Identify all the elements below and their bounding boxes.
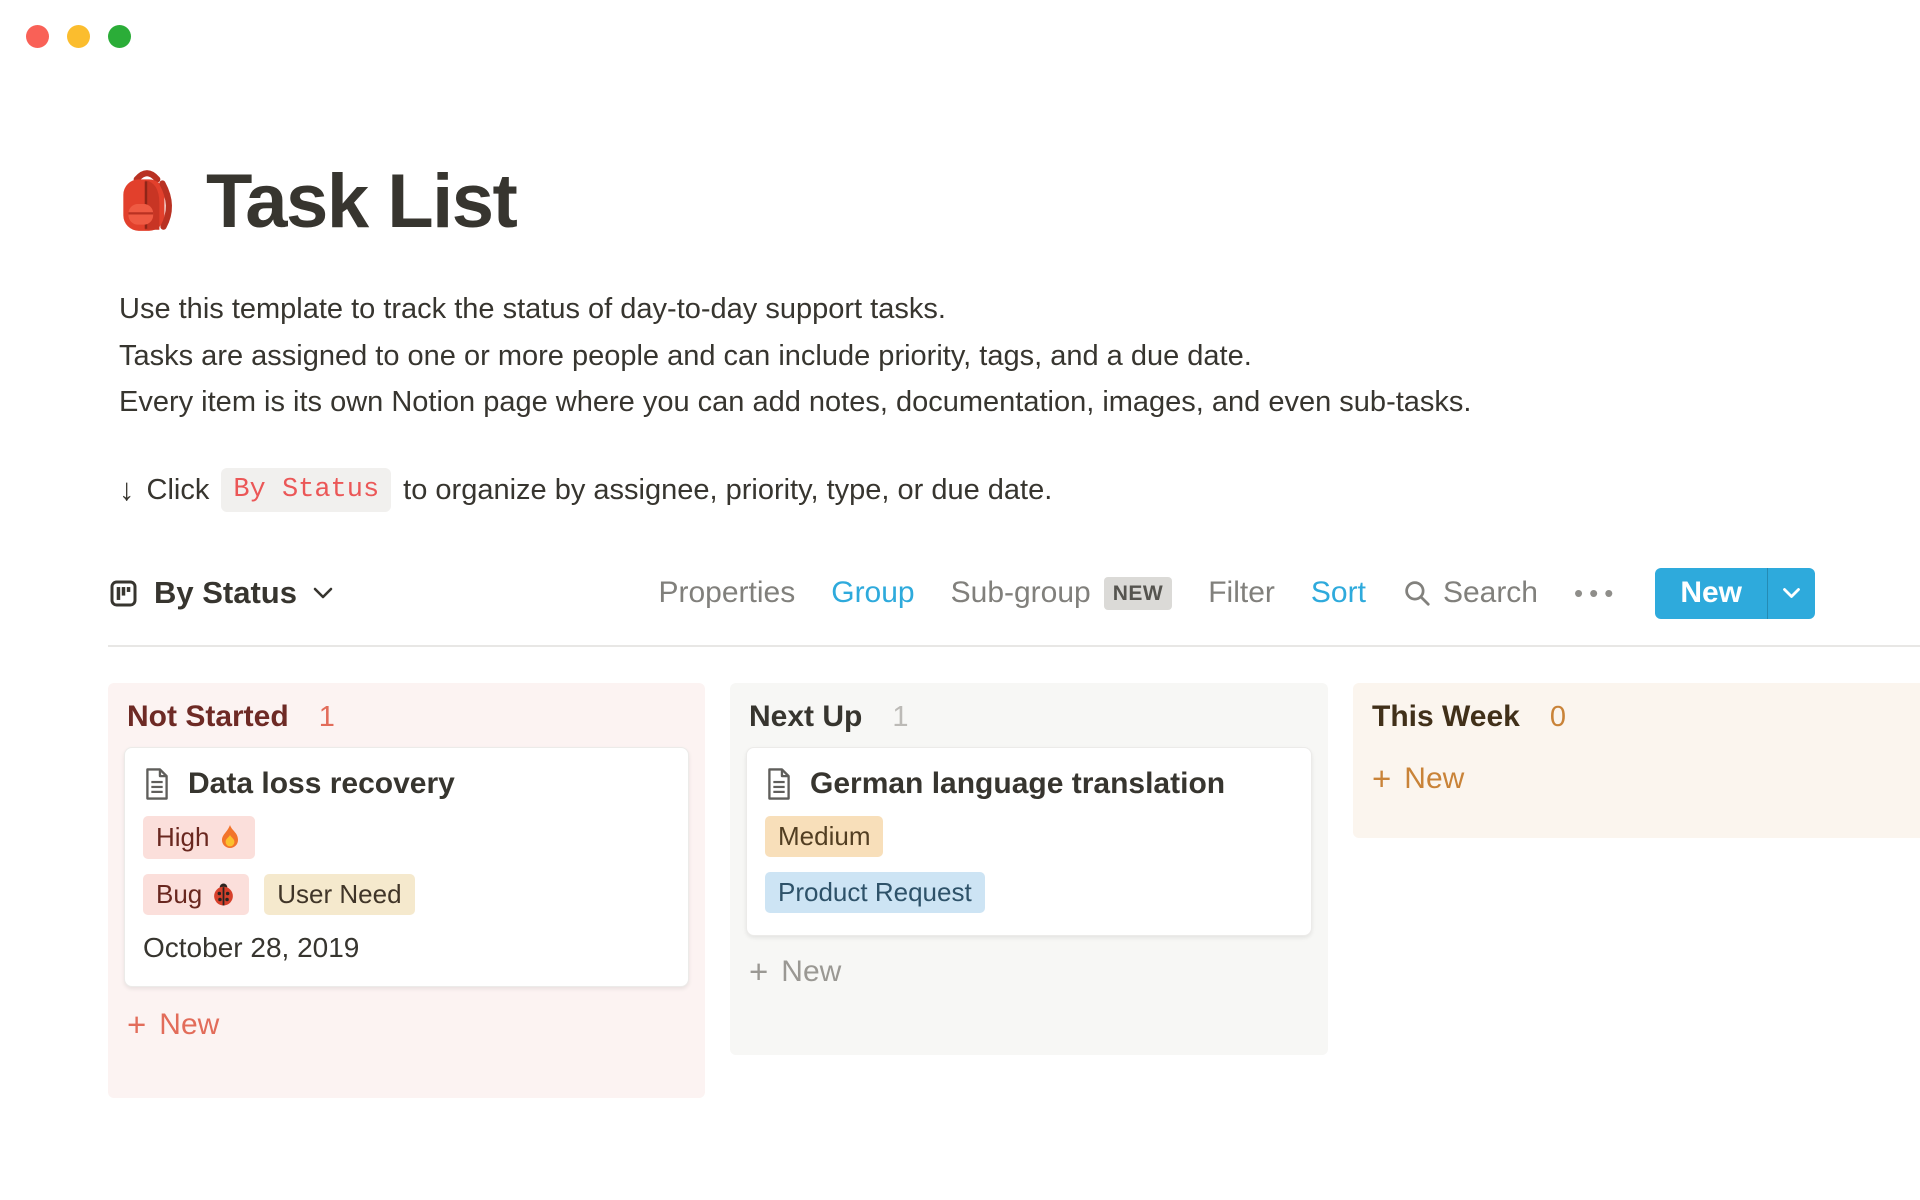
- more-options-button[interactable]: •••: [1574, 578, 1619, 609]
- ladybug-emoji-icon: [211, 881, 236, 907]
- task-card[interactable]: Data loss recovery High Bug: [124, 747, 689, 987]
- plus-icon: +: [127, 1008, 146, 1041]
- tag-label: User Need: [277, 881, 401, 907]
- column-title: Next Up: [749, 700, 862, 734]
- task-card[interactable]: German language translation Medium Produ…: [746, 747, 1312, 936]
- zoom-window-button[interactable]: [108, 25, 131, 48]
- subgroup-label: Sub-group: [951, 576, 1091, 610]
- plus-icon: +: [749, 955, 768, 988]
- type-tag-user-need: User Need: [264, 874, 414, 915]
- column-header[interactable]: Not Started 1: [108, 683, 705, 747]
- search-button[interactable]: Search: [1402, 576, 1538, 610]
- view-toolbar: By Status Properties Group Sub-group NEW…: [108, 567, 1815, 619]
- properties-button[interactable]: Properties: [659, 576, 796, 610]
- plus-icon: +: [1372, 762, 1391, 795]
- toolbar-actions: Properties Group Sub-group NEW Filter So…: [659, 568, 1816, 619]
- filter-button[interactable]: Filter: [1208, 576, 1275, 610]
- subgroup-button[interactable]: Sub-group NEW: [951, 576, 1173, 610]
- add-card-label: New: [781, 955, 841, 989]
- board-view-icon: [108, 578, 139, 609]
- hint-prefix: Click: [147, 474, 210, 507]
- page-description: Use this template to track the status of…: [119, 286, 1619, 426]
- hint-line: ↓ Click By Status to organize by assigne…: [119, 468, 1052, 512]
- fire-emoji-icon: [218, 823, 242, 851]
- add-card-button[interactable]: + New: [108, 989, 705, 1061]
- new-item-button[interactable]: New: [1655, 568, 1767, 619]
- due-date: October 28, 2019: [143, 932, 670, 964]
- add-card-button[interactable]: + New: [1353, 743, 1920, 815]
- column-not-started: Not Started 1 Data loss recovery: [108, 683, 705, 1098]
- column-this-week: This Week 0 + New: [1353, 683, 1920, 838]
- search-label: Search: [1443, 576, 1538, 610]
- description-line: Tasks are assigned to one or more people…: [119, 333, 1619, 380]
- column-header[interactable]: This Week 0: [1353, 683, 1920, 747]
- column-next-up: Next Up 1 German language translation: [730, 683, 1328, 1055]
- add-card-label: New: [1404, 762, 1464, 796]
- description-line: Every item is its own Notion page where …: [119, 379, 1619, 426]
- sort-button[interactable]: Sort: [1311, 576, 1366, 610]
- tag-label: Product Request: [778, 879, 972, 905]
- search-icon: [1402, 578, 1432, 608]
- type-tag-bug: Bug: [143, 874, 249, 915]
- group-button[interactable]: Group: [831, 576, 914, 610]
- priority-tag-high: High: [143, 816, 255, 859]
- notion-window: Task List Use this template to track the…: [0, 0, 1920, 1200]
- hint-suffix: to organize by assignee, priority, type,…: [403, 474, 1052, 507]
- minimize-window-button[interactable]: [67, 25, 90, 48]
- description-line: Use this template to track the status of…: [119, 286, 1619, 333]
- column-header[interactable]: Next Up 1: [730, 683, 1328, 747]
- add-card-button[interactable]: + New: [730, 936, 1328, 1008]
- column-count: 0: [1550, 701, 1566, 734]
- down-arrow-icon: ↓: [119, 472, 135, 508]
- toolbar-divider: [108, 645, 1920, 647]
- tag-label: Bug: [156, 881, 202, 907]
- page-title: Task List: [206, 158, 516, 245]
- backpack-emoji-icon: [114, 167, 180, 237]
- page-header: Task List: [114, 158, 516, 245]
- add-card-label: New: [159, 1008, 219, 1042]
- type-tag-product-request: Product Request: [765, 872, 985, 913]
- chevron-down-icon: [312, 586, 334, 600]
- column-count: 1: [319, 701, 335, 734]
- task-title: German language translation: [810, 767, 1225, 801]
- column-title: Not Started: [127, 700, 289, 734]
- close-window-button[interactable]: [26, 25, 49, 48]
- tag-label: High: [156, 824, 209, 850]
- page-icon: [143, 768, 171, 800]
- page-icon: [765, 768, 793, 800]
- column-count: 1: [892, 701, 908, 734]
- by-status-code-chip: By Status: [221, 468, 391, 512]
- new-item-split-button: New: [1655, 568, 1815, 619]
- view-name: By Status: [154, 575, 297, 611]
- view-switcher[interactable]: By Status: [108, 575, 334, 611]
- chevron-down-icon: [1782, 587, 1801, 599]
- priority-tag-medium: Medium: [765, 816, 883, 857]
- tag-label: Medium: [778, 823, 870, 849]
- new-feature-badge: NEW: [1104, 577, 1173, 610]
- task-title: Data loss recovery: [188, 767, 455, 801]
- window-controls: [26, 25, 131, 48]
- new-item-dropdown-button[interactable]: [1767, 568, 1815, 619]
- column-title: This Week: [1372, 700, 1520, 734]
- kanban-board: Not Started 1 Data loss recovery: [108, 683, 1920, 1098]
